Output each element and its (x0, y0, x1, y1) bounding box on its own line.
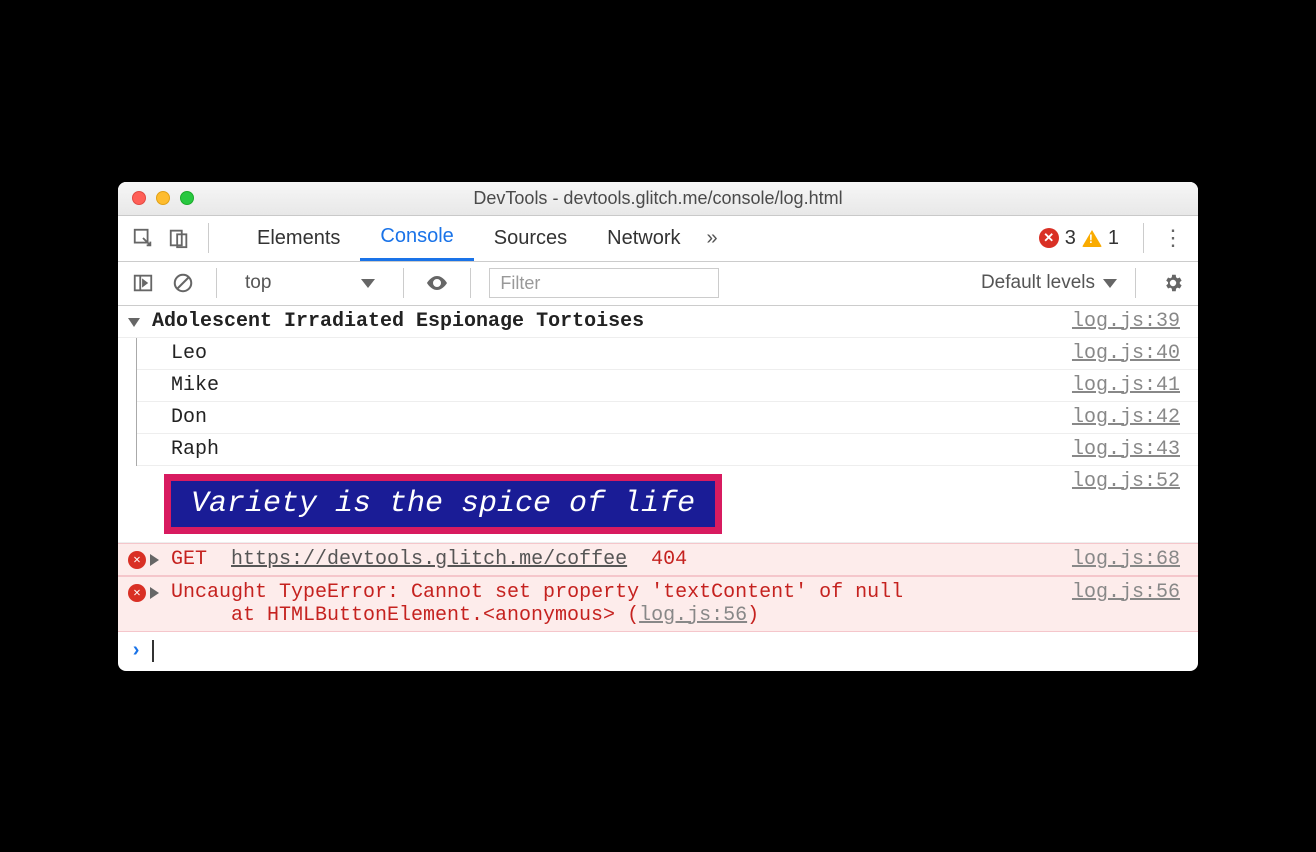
status-badges[interactable]: ✕ 3 1 (1039, 227, 1119, 250)
chevron-down-icon (1103, 279, 1117, 288)
source-link[interactable]: log.js:56 (639, 604, 747, 627)
console-group-children: Leo log.js:40 Mike log.js:41 Don log.js:… (136, 338, 1198, 466)
divider (208, 223, 209, 253)
log-levels-selector[interactable]: Default levels (981, 272, 1117, 294)
styled-log-text: Variety is the spice of life (164, 474, 722, 534)
more-tabs-button[interactable]: » (701, 216, 724, 261)
clear-console-icon[interactable] (168, 268, 198, 298)
more-menu-button[interactable]: ⋮ (1158, 223, 1188, 253)
live-expression-icon[interactable] (422, 268, 452, 298)
maximize-button[interactable] (180, 191, 194, 205)
warning-icon (1082, 230, 1102, 247)
log-row-styled: Variety is the spice of life log.js:52 (118, 466, 1198, 543)
triangle-right-icon[interactable] (150, 587, 159, 599)
log-row: Leo log.js:40 (137, 338, 1198, 370)
exception-row: ✕ Uncaught TypeError: Cannot set propert… (118, 576, 1198, 632)
minimize-button[interactable] (156, 191, 170, 205)
context-label: top (245, 272, 271, 294)
titlebar: DevTools - devtools.glitch.me/console/lo… (118, 182, 1198, 216)
log-message: Raph (171, 438, 1072, 461)
error-count: 3 (1065, 227, 1076, 250)
log-message: Leo (171, 342, 1072, 365)
http-method: GET (171, 548, 207, 571)
inspect-icon[interactable] (128, 223, 158, 253)
group-title: Adolescent Irradiated Espionage Tortoise… (152, 310, 644, 333)
error-icon: ✕ (1039, 228, 1059, 248)
request-url[interactable]: https://devtools.glitch.me/coffee (231, 548, 627, 571)
devtools-window: DevTools - devtools.glitch.me/console/lo… (118, 182, 1198, 671)
context-selector[interactable]: top (235, 272, 385, 294)
warning-count: 1 (1108, 227, 1119, 250)
tabs: Elements Console Sources Network » (237, 216, 724, 261)
divider (1135, 268, 1136, 298)
console-group-header[interactable]: Adolescent Irradiated Espionage Tortoise… (118, 306, 1198, 338)
log-message: Don (171, 406, 1072, 429)
log-message: Mike (171, 374, 1072, 397)
triangle-right-icon[interactable] (150, 554, 159, 566)
levels-label: Default levels (981, 272, 1095, 294)
triangle-down-icon[interactable] (128, 318, 140, 327)
panel-tab-row: Elements Console Sources Network » ✕ 3 1… (118, 216, 1198, 262)
tab-network[interactable]: Network (587, 216, 700, 261)
source-link[interactable]: log.js:56 (1072, 581, 1180, 604)
log-row: Raph log.js:43 (137, 434, 1198, 466)
text-cursor (152, 640, 154, 662)
source-link[interactable]: log.js:42 (1072, 406, 1180, 429)
tab-sources[interactable]: Sources (474, 216, 587, 261)
tab-console[interactable]: Console (360, 216, 473, 261)
log-row: Mike log.js:41 (137, 370, 1198, 402)
exception-message: Uncaught TypeError: Cannot set property … (171, 581, 903, 604)
error-icon: ✕ (128, 551, 146, 569)
network-error-row: ✕ GET https://devtools.glitch.me/coffee … (118, 543, 1198, 576)
prompt-caret-icon: › (130, 640, 142, 663)
divider (403, 268, 404, 298)
chevron-down-icon (361, 279, 375, 288)
tab-elements[interactable]: Elements (237, 216, 360, 261)
sidebar-toggle-icon[interactable] (128, 268, 158, 298)
source-link[interactable]: log.js:43 (1072, 438, 1180, 461)
close-button[interactable] (132, 191, 146, 205)
stack-frame: at HTMLButtonElement.<anonymous> (log.js… (171, 604, 1072, 627)
source-link[interactable]: log.js:40 (1072, 342, 1180, 365)
source-link[interactable]: log.js:68 (1072, 548, 1180, 571)
error-icon: ✕ (128, 584, 146, 602)
divider (216, 268, 217, 298)
divider (1143, 223, 1144, 253)
console-output: Adolescent Irradiated Espionage Tortoise… (118, 306, 1198, 671)
window-title: DevTools - devtools.glitch.me/console/lo… (118, 188, 1198, 209)
source-link[interactable]: log.js:41 (1072, 374, 1180, 397)
source-link[interactable]: log.js:52 (1072, 470, 1180, 493)
console-prompt[interactable]: › (118, 632, 1198, 671)
device-toggle-icon[interactable] (164, 223, 194, 253)
settings-icon[interactable] (1158, 268, 1188, 298)
divider (470, 268, 471, 298)
console-toolbar: top Default levels (118, 262, 1198, 306)
log-row: Don log.js:42 (137, 402, 1198, 434)
filter-input[interactable] (489, 268, 719, 298)
source-link[interactable]: log.js:39 (1072, 310, 1180, 333)
traffic-lights (118, 191, 194, 205)
http-status: 404 (651, 548, 687, 571)
